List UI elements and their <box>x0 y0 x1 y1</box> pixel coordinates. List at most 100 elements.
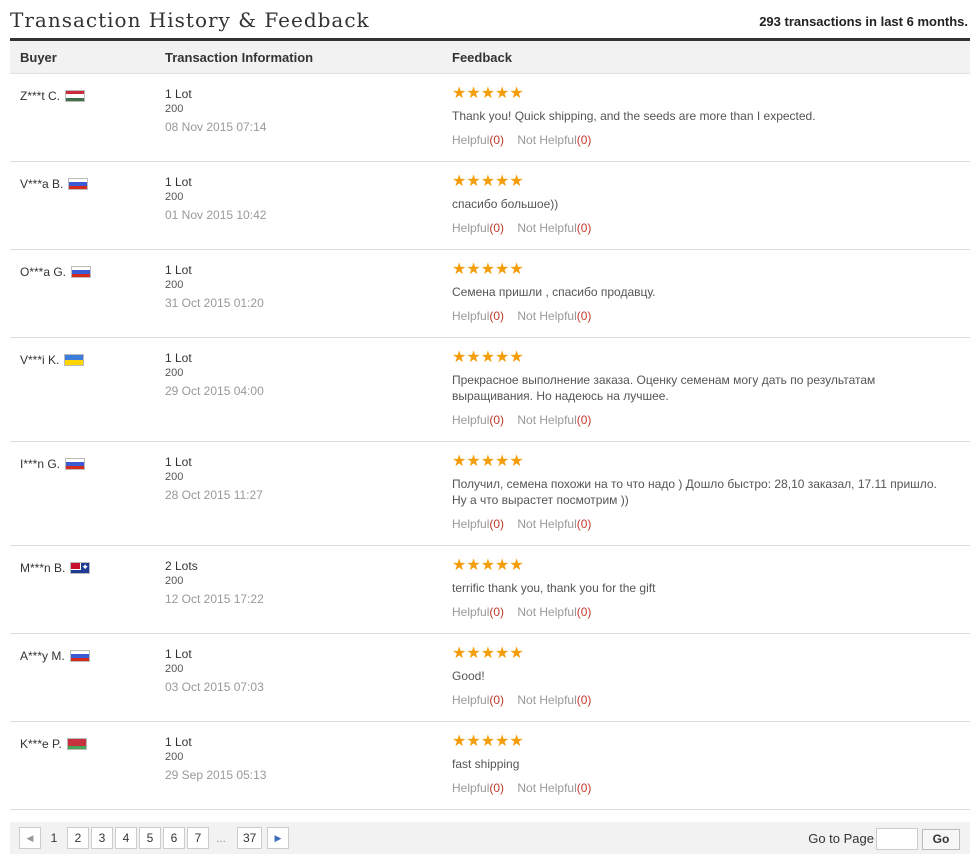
not-helpful-count: (0) <box>576 693 592 707</box>
star-rating-icon: ★★★★★ <box>452 85 524 102</box>
helpful-label: Helpful <box>452 693 490 707</box>
feedback-cell: ★★★★★ Good! Helpful(0) Not Helpful(0) <box>452 646 952 708</box>
not-helpful-count: (0) <box>576 605 592 619</box>
not-helpful-link[interactable]: Not Helpful(0) <box>517 781 591 795</box>
helpful-count: (0) <box>489 413 505 427</box>
feedback-comment: Thank you! Quick shipping, and the seeds… <box>452 109 816 123</box>
country-flag-icon <box>66 738 87 750</box>
page-button-6[interactable]: 6 <box>163 827 185 849</box>
not-helpful-link[interactable]: Not Helpful(0) <box>517 693 591 707</box>
lot-count: 1 Lot <box>165 87 192 101</box>
feedback-cell: ★★★★★ terrific thank you, thank you for … <box>452 558 952 620</box>
buyer-cell: V***i K. <box>20 353 85 367</box>
table-row: I***n G. 1 Lot 200 28 Oct 2015 11:27 ★★★… <box>10 442 970 546</box>
buyer-name: K***e P. <box>20 737 62 751</box>
not-helpful-link[interactable]: Not Helpful(0) <box>517 133 591 147</box>
helpful-label: Helpful <box>452 413 490 427</box>
star-rating-icon: ★★★★★ <box>452 733 524 750</box>
vote-links: Helpful(0) Not Helpful(0) <box>452 221 952 235</box>
feedback-comment: Получил, семена похожи на то что надо ) … <box>452 477 937 507</box>
not-helpful-link[interactable]: Not Helpful(0) <box>517 221 591 235</box>
helpful-link[interactable]: Helpful(0) <box>452 517 504 531</box>
country-flag-icon <box>68 178 89 190</box>
page-button-2[interactable]: 2 <box>67 827 89 849</box>
page-button-3[interactable]: 3 <box>91 827 113 849</box>
helpful-count: (0) <box>489 517 505 531</box>
feedback-cell: ★★★★★ спасибо большое)) Helpful(0) Not H… <box>452 173 952 236</box>
helpful-link[interactable]: Helpful(0) <box>452 221 504 235</box>
star-rating-icon: ★★★★★ <box>452 453 524 470</box>
page-button-1[interactable]: 1 <box>43 827 65 849</box>
next-page-button[interactable]: ▶ <box>267 827 289 849</box>
page-button-4[interactable]: 4 <box>115 827 137 849</box>
helpful-label: Helpful <box>452 605 490 619</box>
not-helpful-label: Not Helpful <box>517 133 577 147</box>
helpful-link[interactable]: Helpful(0) <box>452 133 504 147</box>
quantity: 200 <box>165 751 184 763</box>
go-to-page-label: Go to Page <box>808 831 874 846</box>
quantity: 200 <box>165 279 184 291</box>
feedback-cell: ★★★★★ Thank you! Quick shipping, and the… <box>452 85 952 148</box>
buyer-cell: O***a G. <box>20 265 92 279</box>
buyer-cell: M***n B. <box>20 561 91 575</box>
vote-links: Helpful(0) Not Helpful(0) <box>452 133 952 147</box>
helpful-count: (0) <box>489 781 505 795</box>
buyer-cell: A***y M. <box>20 649 90 663</box>
not-helpful-link[interactable]: Not Helpful(0) <box>517 413 591 427</box>
star-rating-icon: ★★★★★ <box>452 173 524 190</box>
transaction-date: 31 Oct 2015 01:20 <box>165 296 264 310</box>
column-header-buyer: Buyer <box>20 50 57 65</box>
table-row: V***i K. 1 Lot 200 29 Oct 2015 04:00 ★★★… <box>10 338 970 442</box>
quantity: 200 <box>165 575 184 587</box>
helpful-link[interactable]: Helpful(0) <box>452 309 504 323</box>
page-number-input[interactable] <box>876 828 918 850</box>
not-helpful-link[interactable]: Not Helpful(0) <box>517 517 591 531</box>
buyer-name: A***y M. <box>20 649 65 663</box>
transaction-info-cell: 2 Lots 200 12 Oct 2015 17:22 <box>165 559 264 607</box>
prev-page-button[interactable]: ◀ <box>19 827 41 849</box>
not-helpful-label: Not Helpful <box>517 781 577 795</box>
transaction-info-cell: 1 Lot 200 01 Nov 2015 10:42 <box>165 175 266 223</box>
helpful-label: Helpful <box>452 133 490 147</box>
helpful-count: (0) <box>489 605 505 619</box>
helpful-label: Helpful <box>452 309 490 323</box>
go-button[interactable]: Go <box>922 829 960 850</box>
helpful-count: (0) <box>489 309 505 323</box>
transaction-info-cell: 1 Lot 200 03 Oct 2015 07:03 <box>165 647 264 695</box>
buyer-cell: I***n G. <box>20 457 86 471</box>
not-helpful-link[interactable]: Not Helpful(0) <box>517 309 591 323</box>
helpful-link[interactable]: Helpful(0) <box>452 693 504 707</box>
star-rating-icon: ★★★★★ <box>452 349 524 366</box>
page-button-5[interactable]: 5 <box>139 827 161 849</box>
table-header: Buyer Transaction Information Feedback <box>10 41 970 74</box>
feedback-cell: ★★★★★ fast shipping Helpful(0) Not Helpf… <box>452 733 952 796</box>
transaction-date: 29 Sep 2015 05:13 <box>165 768 267 782</box>
buyer-name: Z***t C. <box>20 89 61 103</box>
pagination-ellipsis: ... <box>216 831 227 845</box>
transaction-date: 08 Nov 2015 07:14 <box>165 120 267 134</box>
table-row: M***n B. 2 Lots 200 12 Oct 2015 17:22 ★★… <box>10 546 970 634</box>
transaction-info-cell: 1 Lot 200 31 Oct 2015 01:20 <box>165 263 264 311</box>
pagination: ◀ 1 2 3 4 5 6 7 ... 37 ▶ Go to Page Go <box>10 822 970 854</box>
feedback-comment: Семена пришли , спасибо продавцу. <box>452 285 656 299</box>
table-body: Z***t C. 1 Lot 200 08 Nov 2015 07:14 ★★★… <box>10 74 970 810</box>
feedback-comment: fast shipping <box>452 757 520 771</box>
not-helpful-label: Not Helpful <box>517 605 577 619</box>
not-helpful-count: (0) <box>576 781 592 795</box>
transaction-date: 29 Oct 2015 04:00 <box>165 384 264 398</box>
not-helpful-link[interactable]: Not Helpful(0) <box>517 605 591 619</box>
transaction-info-cell: 1 Lot 200 28 Oct 2015 11:27 <box>165 455 263 503</box>
helpful-link[interactable]: Helpful(0) <box>452 413 504 427</box>
quantity: 200 <box>165 367 184 379</box>
helpful-count: (0) <box>489 133 505 147</box>
buyer-name: I***n G. <box>20 457 61 471</box>
helpful-count: (0) <box>489 221 505 235</box>
helpful-link[interactable]: Helpful(0) <box>452 781 504 795</box>
buyer-cell: V***a B. <box>20 177 89 191</box>
feedback-comment: terrific thank you, thank you for the gi… <box>452 581 656 595</box>
helpful-link[interactable]: Helpful(0) <box>452 605 504 619</box>
vote-links: Helpful(0) Not Helpful(0) <box>452 781 952 795</box>
page-button-7[interactable]: 7 <box>187 827 209 849</box>
page-button-37[interactable]: 37 <box>237 827 263 849</box>
table-row: O***a G. 1 Lot 200 31 Oct 2015 01:20 ★★★… <box>10 250 970 338</box>
